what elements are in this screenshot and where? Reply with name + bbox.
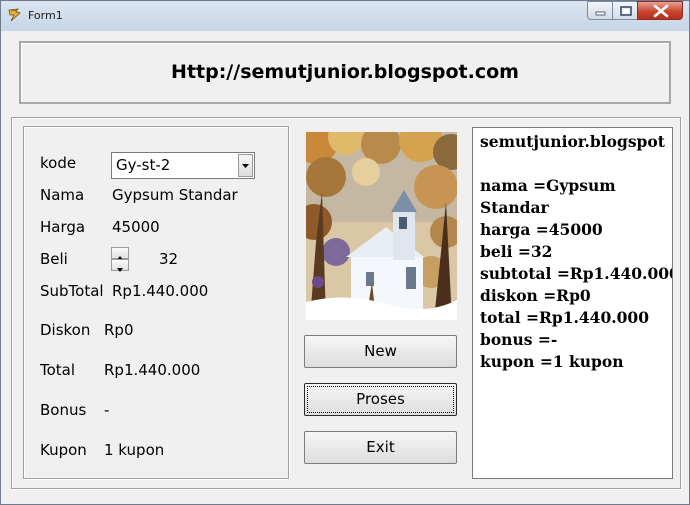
header-url-text: Http://semutjunior.blogspot.com	[171, 61, 519, 83]
kupon-label: Kupon	[40, 441, 87, 459]
total-value: Rp1.440.000	[104, 361, 201, 379]
diskon-value: Rp0	[104, 321, 134, 339]
nama-label: Nama	[40, 186, 85, 204]
memo-line: harga =45000	[480, 220, 603, 239]
delphi-app-icon[interactable]	[7, 7, 23, 23]
beli-spinner[interactable]	[111, 247, 129, 272]
kode-combobox[interactable]: Gy-st-2	[111, 152, 255, 179]
triangle-down-icon	[117, 268, 123, 272]
diskon-label: Diskon	[40, 321, 91, 339]
memo-line: total =Rp1.440.000	[480, 308, 649, 327]
memo-line: beli =32	[480, 242, 553, 261]
beli-label: Beli	[40, 250, 68, 268]
memo-line: Standar	[480, 198, 549, 217]
minimize-button[interactable]	[587, 1, 613, 20]
spin-down-button[interactable]	[111, 259, 129, 272]
memo-line: semutjunior.blogspot	[480, 132, 665, 151]
memo-line	[473, 153, 672, 175]
maximize-icon	[620, 6, 632, 16]
subtotal-label: SubTotal	[40, 282, 104, 300]
kode-label: kode	[40, 154, 77, 172]
memo-line: subtotal =Rp1.440.000	[480, 264, 673, 283]
close-icon	[653, 4, 669, 18]
result-memo[interactable]: semutjunior.blogspot nama =Gypsum Standar h…	[472, 127, 673, 479]
main-window: Form1 Http://semutjunior.blogspot.com ko…	[0, 0, 690, 505]
memo-line: diskon =Rp0	[480, 286, 591, 305]
bonus-label: Bonus	[40, 401, 87, 419]
memo-line: bonus =-	[480, 330, 558, 349]
kode-value: Gy-st-2	[116, 156, 171, 174]
spin-up-button[interactable]	[111, 247, 129, 260]
chevron-down-icon	[242, 164, 249, 168]
title-bar[interactable]: Form1	[1, 1, 689, 31]
harga-label: Harga	[40, 218, 86, 236]
harga-value: 45000	[112, 218, 160, 236]
new-button[interactable]: New	[304, 335, 457, 368]
minimize-icon	[595, 11, 606, 16]
kode-dropdown-button[interactable]	[238, 154, 253, 177]
maximize-button[interactable]	[612, 1, 638, 20]
church-painting-image	[306, 132, 457, 320]
subtotal-value: Rp1.440.000	[112, 282, 209, 300]
header-panel: Http://semutjunior.blogspot.com	[19, 41, 671, 104]
memo-line: kupon =1 kupon	[480, 352, 624, 371]
kupon-value: 1 kupon	[104, 441, 165, 459]
total-label: Total	[40, 361, 76, 379]
nama-value: Gypsum Standar	[112, 186, 238, 204]
close-button[interactable]	[637, 1, 683, 20]
beli-value: 32	[159, 250, 179, 268]
bonus-value: -	[104, 401, 110, 419]
exit-button[interactable]: Exit	[304, 431, 457, 464]
window-title: Form1	[28, 9, 63, 22]
proses-button[interactable]: Proses	[304, 383, 457, 416]
memo-line: nama =Gypsum	[480, 176, 616, 195]
